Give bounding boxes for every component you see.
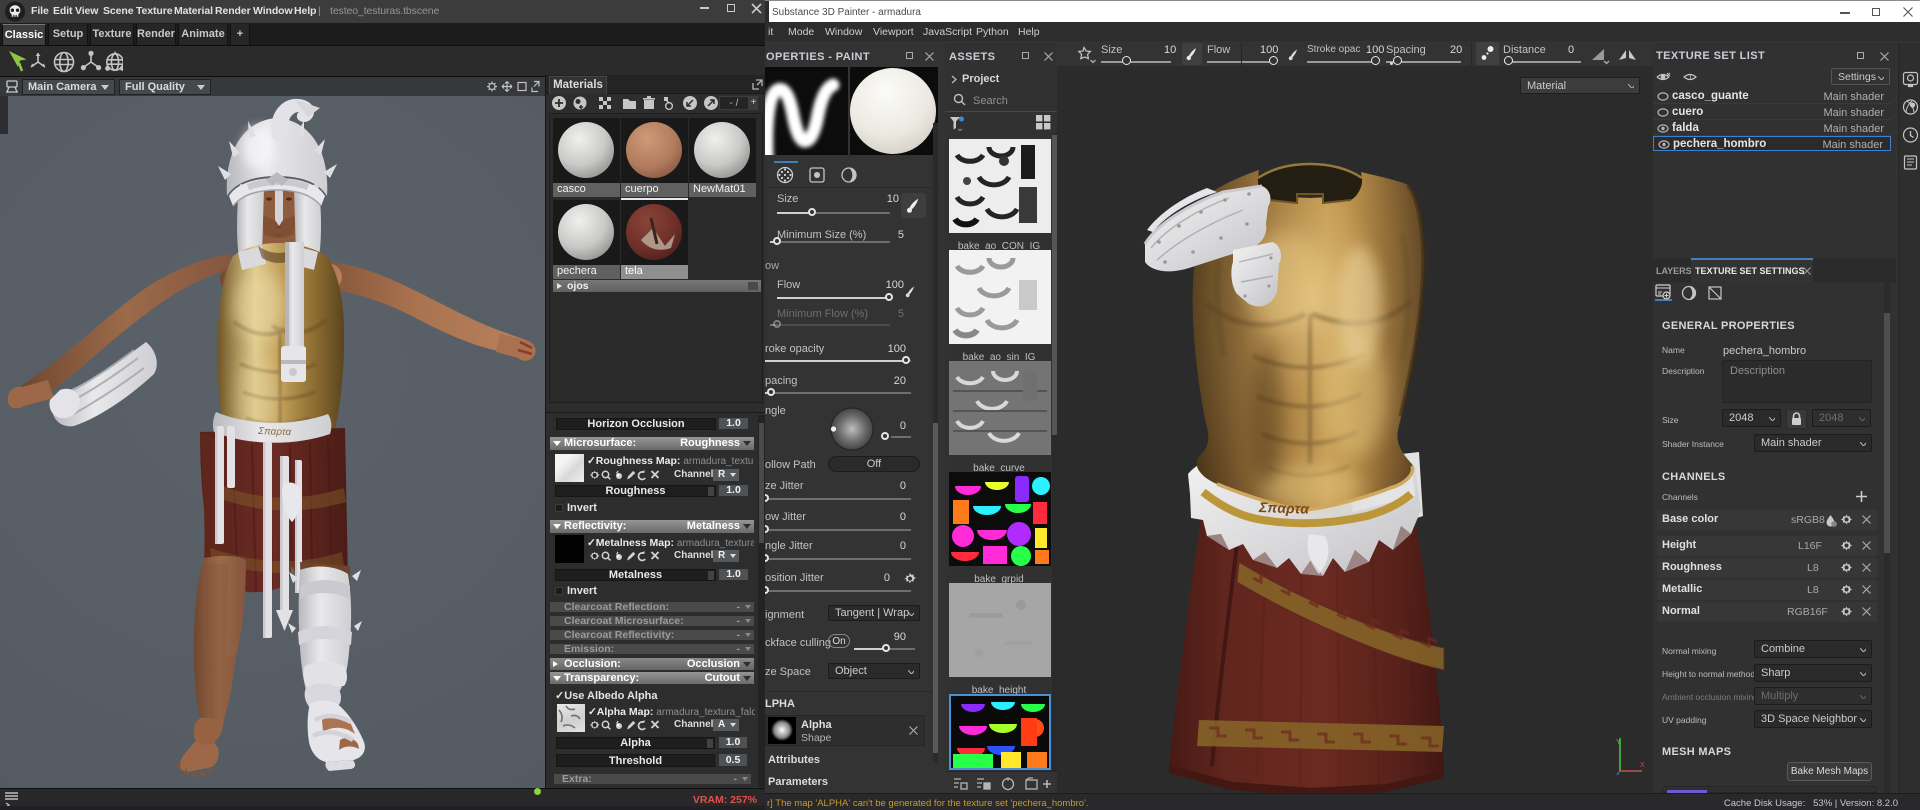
svg-text:Y: Y: [1616, 739, 1621, 746]
svg-text:X: X: [1640, 762, 1645, 769]
svg-text:Σπαρτα: Σπαρτα: [257, 426, 292, 438]
svg-text:Σπαρτα: Σπαρτα: [1258, 499, 1311, 517]
svg-text:1: 1: [1688, 73, 1693, 82]
